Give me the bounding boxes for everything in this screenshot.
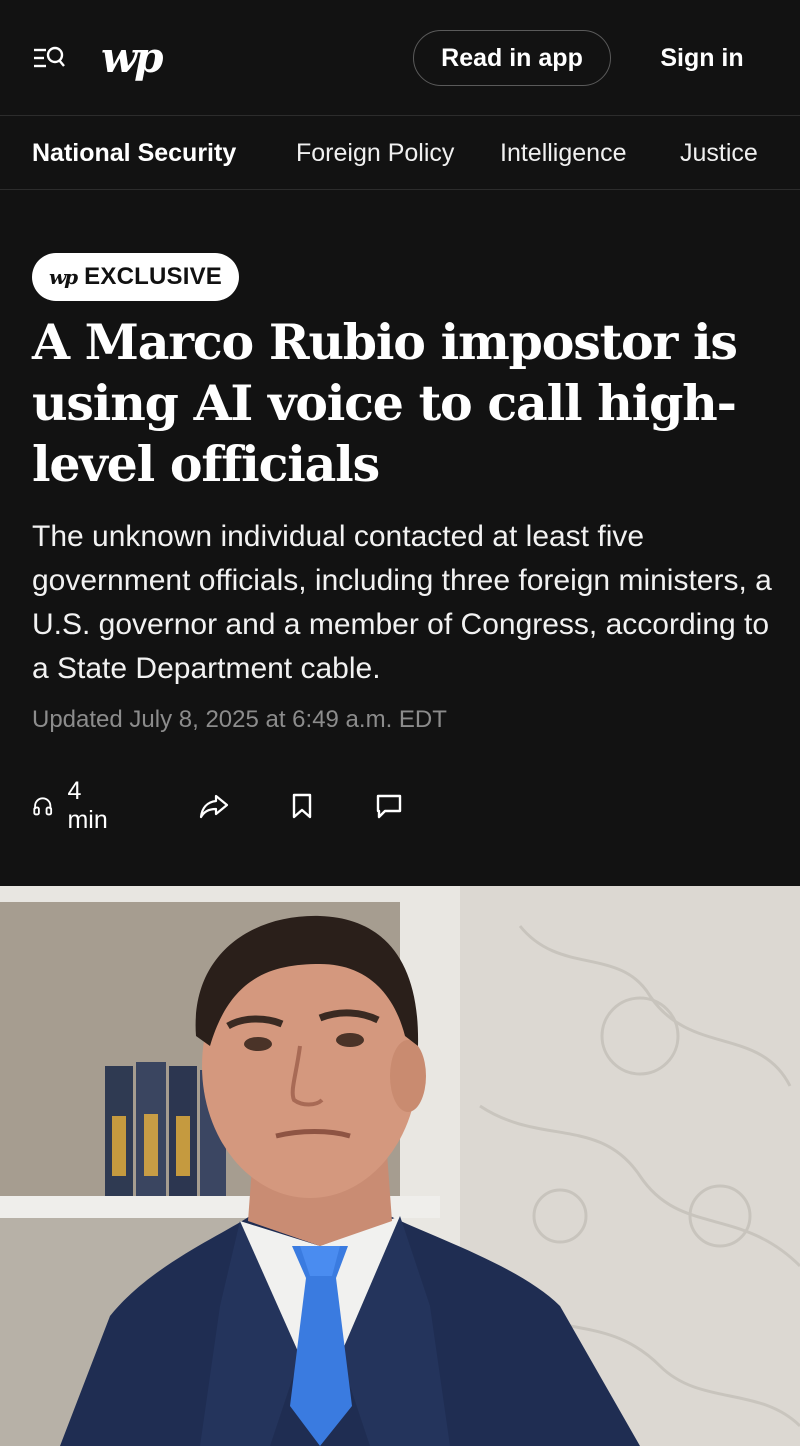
article-headline: A Marco Rubio impostor is using AI voice… — [32, 313, 738, 493]
nav-item-foreign-policy[interactable]: Foreign Policy — [296, 116, 454, 190]
listen-button[interactable]: 4 min — [32, 777, 114, 834]
nav-item-intelligence[interactable]: Intelligence — [500, 116, 626, 190]
read-in-app-button[interactable]: Read in app — [413, 30, 611, 86]
badge-wp-logo: wp — [48, 265, 78, 289]
bookmark-icon — [292, 793, 312, 819]
share-icon — [199, 794, 229, 819]
headphones-icon — [33, 797, 53, 816]
bookmark-button[interactable] — [290, 782, 314, 830]
article-dek: The unknown individual contacted at leas… — [32, 520, 772, 685]
top-bar: wp Read in app Sign in — [0, 0, 800, 116]
nav-item-justice[interactable]: Justice — [680, 116, 758, 190]
nav-item-national-security[interactable]: National Security — [32, 116, 236, 190]
wp-logo[interactable]: wp — [101, 32, 164, 84]
comment-icon — [376, 794, 402, 819]
exclusive-badge: wp EXCLUSIVE — [32, 253, 239, 301]
section-nav: National Security Foreign Policy Intelli… — [0, 116, 800, 190]
share-button[interactable] — [198, 782, 230, 830]
sign-in-button[interactable]: Sign in — [642, 30, 762, 86]
comments-button[interactable] — [374, 782, 404, 830]
article-timestamp: Updated July 8, 2025 at 6:49 a.m. EDT — [32, 706, 447, 733]
listen-duration: 4 min — [67, 777, 108, 834]
lead-photo — [0, 886, 800, 1446]
menu-search-icon[interactable] — [32, 44, 68, 74]
badge-label: EXCLUSIVE — [84, 263, 223, 290]
